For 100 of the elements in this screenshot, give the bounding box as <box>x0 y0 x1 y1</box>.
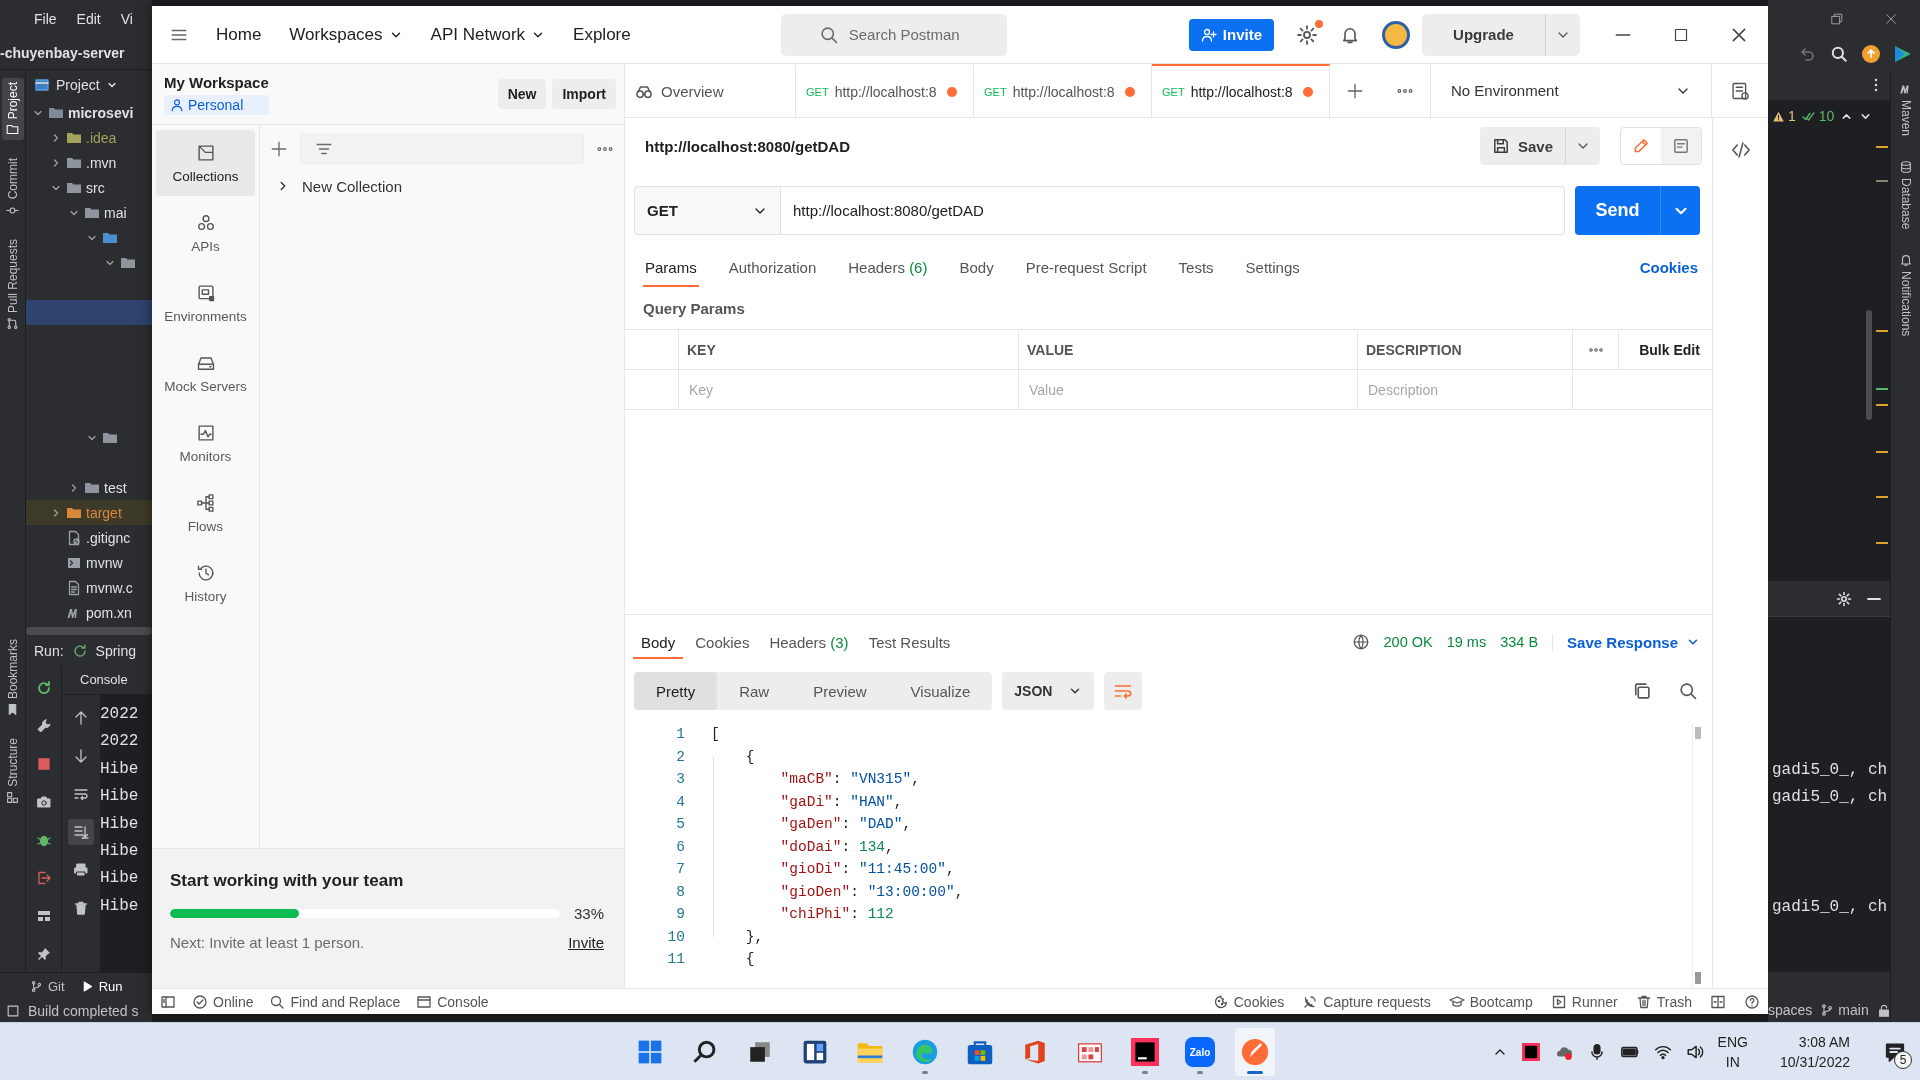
invite-button[interactable]: Invite <box>1188 18 1274 51</box>
run-config-tab[interactable]: Spring <box>95 643 137 659</box>
language-indicator[interactable]: ENG IN <box>1717 1031 1748 1072</box>
rocket-logo-icon[interactable] <box>1241 1038 1269 1066</box>
request-tab[interactable]: Settings <box>1243 259 1302 287</box>
office-icon[interactable] <box>1022 1039 1048 1065</box>
gear-icon[interactable] <box>1836 590 1852 607</box>
view-tab[interactable]: Visualize <box>888 672 993 710</box>
console-tab[interactable]: Console <box>80 672 128 687</box>
indent-status[interactable]: spaces <box>1768 1002 1813 1018</box>
invite-link[interactable]: Invite <box>568 934 604 951</box>
clock[interactable]: 3:08 AM 10/31/2022 <box>1779 1031 1850 1072</box>
exit-icon[interactable] <box>35 870 52 886</box>
menu-item[interactable]: File <box>34 10 57 27</box>
environment-quick-look-icon[interactable] <box>1730 80 1750 101</box>
search-icon[interactable] <box>1678 681 1698 701</box>
workspace-button[interactable]: New <box>497 79 547 109</box>
scrollbar[interactable] <box>1866 310 1872 420</box>
request-tab[interactable]: Tests <box>1176 259 1216 287</box>
tree-item[interactable]: mvnw <box>26 550 152 575</box>
windows-logo-icon[interactable] <box>637 1039 663 1065</box>
comment-icon[interactable] <box>1672 137 1690 155</box>
widgets-icon[interactable] <box>802 1039 828 1065</box>
response-tab[interactable]: Cookies <box>687 634 758 659</box>
menu-item[interactable]: Edit <box>76 10 101 27</box>
nav-link[interactable]: Explore <box>573 24 631 45</box>
tool-window-tab[interactable]: Pull Requests <box>1 234 24 334</box>
format-select[interactable]: JSON <box>1002 672 1095 710</box>
tool-window-tab[interactable]: Bookmarks <box>1 635 24 721</box>
request-tab[interactable]: GET http://localhost:8 <box>796 64 974 117</box>
environment-select[interactable]: No Environment <box>1430 64 1712 117</box>
search-field[interactable]: Search Postman <box>780 13 1007 56</box>
tree-item[interactable]: mai <box>26 200 152 225</box>
search-icon[interactable] <box>1830 44 1848 63</box>
status-bar-item[interactable]: Online <box>192 993 254 1010</box>
rerun-icon[interactable] <box>35 680 52 696</box>
sidebar-item[interactable]: Monitors <box>156 410 255 476</box>
sidebar-item[interactable]: APIs <box>156 200 255 266</box>
search-icon[interactable] <box>692 1039 718 1065</box>
tree-item[interactable]: target <box>26 500 152 525</box>
soft-wrap-icon[interactable] <box>73 786 89 802</box>
tree-item[interactable]: src <box>26 175 152 200</box>
response-size[interactable]: 334 B <box>1500 634 1539 650</box>
code-icon[interactable] <box>1730 140 1751 160</box>
globe-icon[interactable] <box>1351 633 1370 651</box>
plugin-logo-icon[interactable] <box>1894 44 1912 63</box>
close-icon[interactable] <box>1884 11 1898 26</box>
request-tab[interactable]: Headers (6) <box>846 259 930 287</box>
update-icon[interactable] <box>1862 44 1880 63</box>
passed-count[interactable]: 10 <box>1801 108 1835 124</box>
workspace-button[interactable]: Import <box>552 79 616 109</box>
settings-icon[interactable] <box>1296 23 1318 46</box>
status-bar-item[interactable]: Trash <box>1635 993 1692 1010</box>
store-icon[interactable] <box>966 1038 994 1066</box>
two-pane-icon[interactable] <box>1710 993 1726 1010</box>
ide-logo-icon[interactable] <box>1131 1038 1159 1066</box>
chat-app-icon[interactable]: Zalo <box>1185 1037 1215 1067</box>
new-tab-icon[interactable] <box>1346 81 1364 100</box>
arrow-up-icon[interactable] <box>73 710 89 726</box>
trash-icon[interactable] <box>73 900 89 916</box>
request-tab[interactable]: Params <box>643 259 699 287</box>
wrench-icon[interactable] <box>35 718 52 734</box>
avatar[interactable] <box>1382 20 1410 49</box>
status-code[interactable]: 200 OK <box>1383 634 1433 650</box>
response-tab[interactable]: Test Results <box>860 634 959 659</box>
tool-window-tab[interactable]: Database <box>1894 156 1917 234</box>
request-tab[interactable]: Body <box>957 259 996 287</box>
request-tab[interactable]: GET http://localhost:8 <box>974 64 1152 117</box>
tool-window-tab[interactable]: Git <box>30 979 65 994</box>
request-tab[interactable]: Pre-request Script <box>1023 259 1149 287</box>
status-bar-item[interactable]: Cookies <box>1212 993 1285 1010</box>
tree-item[interactable]: pom.xn <box>26 600 152 625</box>
plus-icon[interactable] <box>270 140 288 158</box>
view-tab[interactable]: Preview <box>791 672 889 710</box>
scrollbar[interactable] <box>1692 723 1702 988</box>
status-bar-item[interactable]: Runner <box>1550 993 1618 1010</box>
overview-tab[interactable]: Overview <box>625 64 796 117</box>
workspace-badge[interactable]: Personal <box>164 94 269 115</box>
pencil-icon[interactable] <box>1632 137 1650 155</box>
undo-icon[interactable] <box>1800 45 1816 62</box>
sidebar-item[interactable]: Environments <box>156 270 255 336</box>
tree-item[interactable]: .gitignc <box>26 525 152 550</box>
maximize-icon[interactable] <box>1673 26 1689 43</box>
save-response-button[interactable]: Save Response <box>1552 633 1700 651</box>
filter-field[interactable] <box>300 134 584 164</box>
menu-item[interactable]: Vi <box>120 10 133 27</box>
breadcrumb[interactable]: -chuyenbay-server <box>0 45 125 61</box>
status-bar-item[interactable]: Find and Replace <box>269 993 401 1010</box>
layout-icon[interactable] <box>35 908 52 924</box>
status-bar-item[interactable]: Capture requests <box>1302 993 1431 1010</box>
stop-icon[interactable] <box>35 756 52 772</box>
print-icon[interactable] <box>73 862 89 878</box>
tree-item[interactable]: test <box>26 475 152 500</box>
task-view-icon[interactable] <box>747 1039 773 1065</box>
status-bar-item[interactable]: Bootcamp <box>1448 993 1533 1010</box>
branch-status[interactable]: main <box>1820 1002 1869 1018</box>
ide-tray-icon[interactable] <box>1521 1042 1540 1061</box>
arrow-down-icon[interactable] <box>73 748 89 764</box>
nav-link[interactable]: Workspaces <box>289 24 403 45</box>
sidebar-item[interactable]: Mock Servers <box>156 340 255 406</box>
